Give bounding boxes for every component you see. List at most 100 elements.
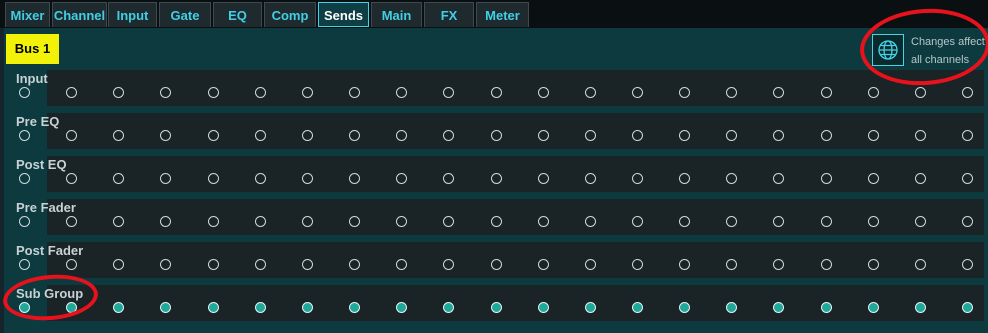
send-tap-radio[interactable] xyxy=(66,216,77,227)
send-tap-radio[interactable] xyxy=(821,130,832,141)
send-tap-radio[interactable] xyxy=(19,130,30,141)
send-tap-radio[interactable] xyxy=(679,216,690,227)
global-toggle-button[interactable] xyxy=(872,34,904,66)
send-tap-radio[interactable] xyxy=(255,302,266,313)
tab-gate[interactable]: Gate xyxy=(159,2,211,27)
send-tap-radio[interactable] xyxy=(396,259,407,270)
send-tap-radio[interactable] xyxy=(585,302,596,313)
send-tap-radio[interactable] xyxy=(821,259,832,270)
send-tap-radio[interactable] xyxy=(915,302,926,313)
send-tap-radio[interactable] xyxy=(349,87,360,98)
send-tap-radio[interactable] xyxy=(821,87,832,98)
send-tap-radio[interactable] xyxy=(679,173,690,184)
send-tap-radio[interactable] xyxy=(962,259,973,270)
send-tap-radio[interactable] xyxy=(726,259,737,270)
send-tap-radio[interactable] xyxy=(962,87,973,98)
send-tap-radio[interactable] xyxy=(208,259,219,270)
send-tap-radio[interactable] xyxy=(19,302,30,313)
send-tap-radio[interactable] xyxy=(962,302,973,313)
send-tap-radio[interactable] xyxy=(19,87,30,98)
send-tap-radio[interactable] xyxy=(396,87,407,98)
send-tap-radio[interactable] xyxy=(915,259,926,270)
send-tap-radio[interactable] xyxy=(349,216,360,227)
send-tap-radio[interactable] xyxy=(160,130,171,141)
send-tap-radio[interactable] xyxy=(585,259,596,270)
send-tap-radio[interactable] xyxy=(773,130,784,141)
send-tap-radio[interactable] xyxy=(302,302,313,313)
send-tap-radio[interactable] xyxy=(962,173,973,184)
send-tap-radio[interactable] xyxy=(585,130,596,141)
send-tap-radio[interactable] xyxy=(538,302,549,313)
send-tap-radio[interactable] xyxy=(255,173,266,184)
tab-mixer[interactable]: Mixer xyxy=(5,2,50,27)
send-tap-radio[interactable] xyxy=(868,87,879,98)
send-tap-radio[interactable] xyxy=(868,216,879,227)
send-tap-radio[interactable] xyxy=(538,216,549,227)
tab-sends[interactable]: Sends xyxy=(318,2,369,27)
send-tap-radio[interactable] xyxy=(396,173,407,184)
send-tap-radio[interactable] xyxy=(726,173,737,184)
send-tap-radio[interactable] xyxy=(349,173,360,184)
send-tap-radio[interactable] xyxy=(491,302,502,313)
send-tap-radio[interactable] xyxy=(443,302,454,313)
send-tap-radio[interactable] xyxy=(726,87,737,98)
send-tap-radio[interactable] xyxy=(160,87,171,98)
send-tap-radio[interactable] xyxy=(632,173,643,184)
send-tap-radio[interactable] xyxy=(113,302,124,313)
tab-input[interactable]: Input xyxy=(108,2,157,27)
send-tap-radio[interactable] xyxy=(160,259,171,270)
send-tap-radio[interactable] xyxy=(113,130,124,141)
send-tap-radio[interactable] xyxy=(821,173,832,184)
send-tap-radio[interactable] xyxy=(538,259,549,270)
send-tap-radio[interactable] xyxy=(66,259,77,270)
send-tap-radio[interactable] xyxy=(773,173,784,184)
send-tap-radio[interactable] xyxy=(208,173,219,184)
send-tap-radio[interactable] xyxy=(19,216,30,227)
send-tap-radio[interactable] xyxy=(302,130,313,141)
tab-channel[interactable]: Channel xyxy=(52,2,107,27)
send-tap-radio[interactable] xyxy=(160,302,171,313)
tab-main[interactable]: Main xyxy=(371,2,422,27)
send-tap-radio[interactable] xyxy=(538,130,549,141)
send-tap-radio[interactable] xyxy=(915,87,926,98)
send-tap-radio[interactable] xyxy=(491,259,502,270)
send-tap-radio[interactable] xyxy=(868,130,879,141)
send-tap-radio[interactable] xyxy=(585,216,596,227)
send-tap-radio[interactable] xyxy=(491,87,502,98)
send-tap-radio[interactable] xyxy=(773,216,784,227)
tab-fx[interactable]: FX xyxy=(424,2,474,27)
send-tap-radio[interactable] xyxy=(66,130,77,141)
send-tap-radio[interactable] xyxy=(915,173,926,184)
send-tap-radio[interactable] xyxy=(113,216,124,227)
send-tap-radio[interactable] xyxy=(443,216,454,227)
send-tap-radio[interactable] xyxy=(868,302,879,313)
send-tap-radio[interactable] xyxy=(255,130,266,141)
send-tap-radio[interactable] xyxy=(66,302,77,313)
send-tap-radio[interactable] xyxy=(679,302,690,313)
send-tap-radio[interactable] xyxy=(302,173,313,184)
tab-comp[interactable]: Comp xyxy=(264,2,316,27)
send-tap-radio[interactable] xyxy=(679,259,690,270)
send-tap-radio[interactable] xyxy=(396,216,407,227)
send-tap-radio[interactable] xyxy=(208,130,219,141)
send-tap-radio[interactable] xyxy=(915,216,926,227)
send-tap-radio[interactable] xyxy=(396,130,407,141)
send-tap-radio[interactable] xyxy=(349,259,360,270)
send-tap-radio[interactable] xyxy=(773,259,784,270)
send-tap-radio[interactable] xyxy=(491,173,502,184)
send-tap-radio[interactable] xyxy=(396,302,407,313)
send-tap-radio[interactable] xyxy=(726,302,737,313)
send-tap-radio[interactable] xyxy=(113,259,124,270)
send-tap-radio[interactable] xyxy=(208,87,219,98)
send-tap-radio[interactable] xyxy=(208,302,219,313)
send-tap-radio[interactable] xyxy=(160,173,171,184)
send-tap-radio[interactable] xyxy=(160,216,171,227)
send-tap-radio[interactable] xyxy=(349,130,360,141)
send-tap-radio[interactable] xyxy=(726,216,737,227)
send-tap-radio[interactable] xyxy=(19,259,30,270)
send-tap-radio[interactable] xyxy=(491,130,502,141)
send-tap-radio[interactable] xyxy=(66,87,77,98)
send-tap-radio[interactable] xyxy=(915,130,926,141)
send-tap-radio[interactable] xyxy=(632,130,643,141)
send-tap-radio[interactable] xyxy=(868,259,879,270)
